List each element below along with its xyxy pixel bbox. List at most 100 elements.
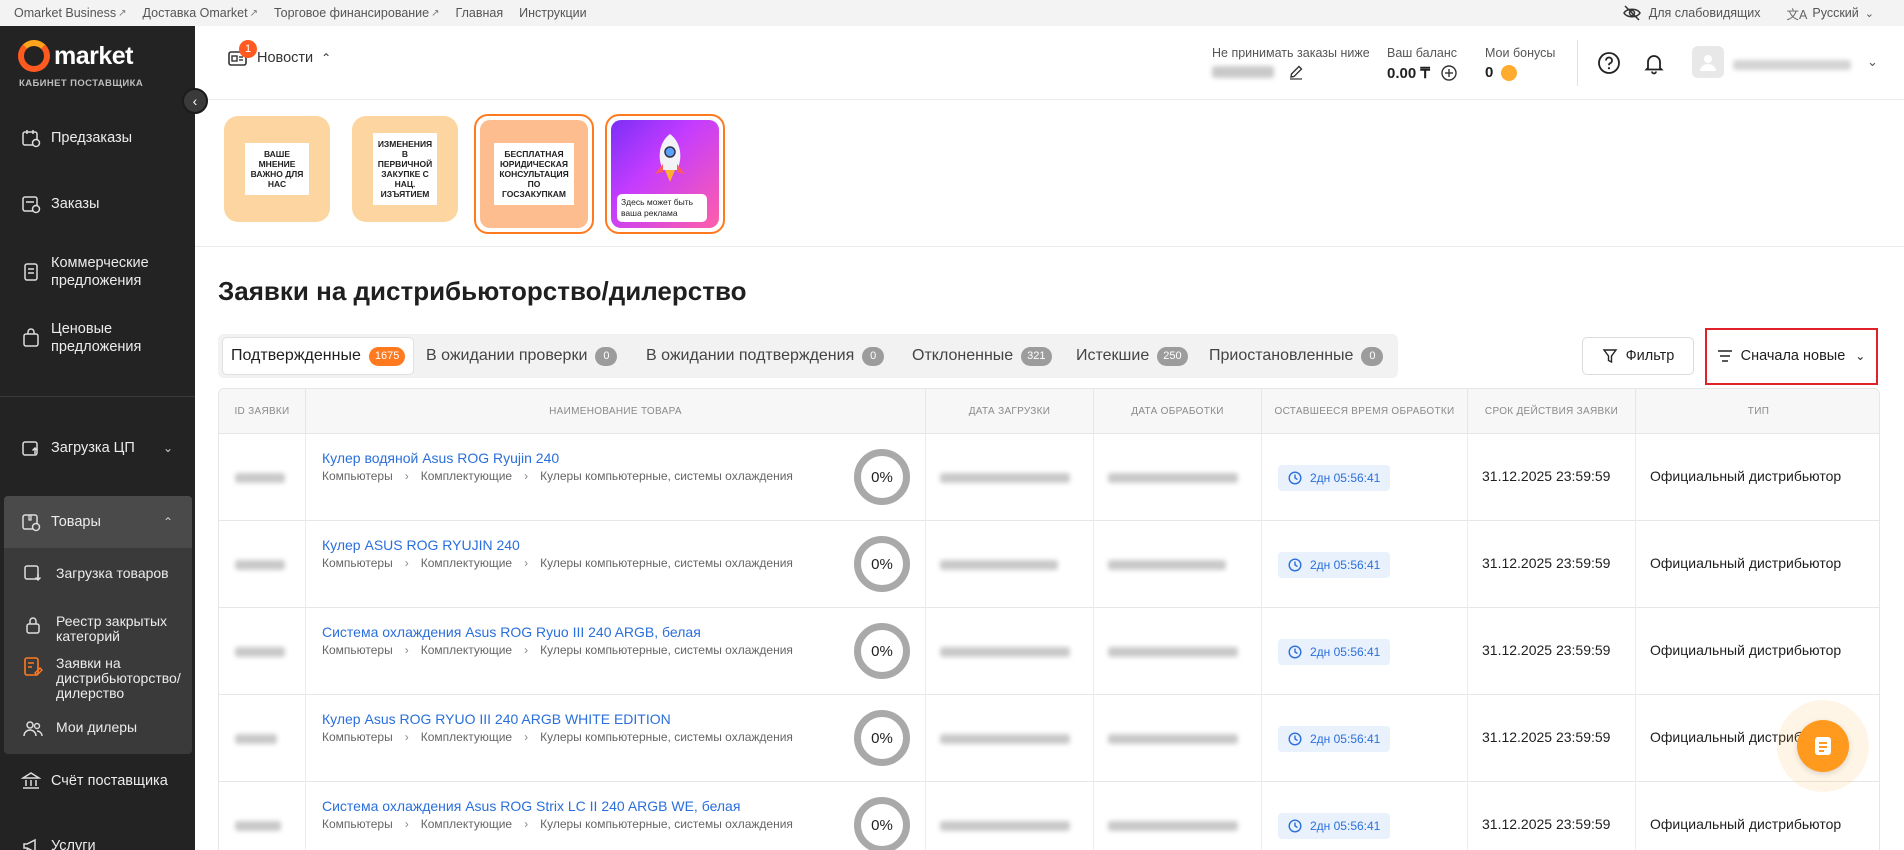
- link-instructions[interactable]: Инструкции: [519, 6, 587, 20]
- chat-note-icon: [1815, 737, 1831, 755]
- rocket-icon: [655, 134, 685, 182]
- sidebar-subitem-closed-categories[interactable]: Реестр закрытых категорий: [22, 614, 176, 644]
- column-header[interactable]: НАИМЕНОВАНИЕ ТОВАРА: [306, 389, 926, 434]
- banner-legal-consultation[interactable]: БЕСПЛАТНАЯ ЮРИДИЧЕСКАЯ КОНСУЛЬТАЦИЯ ПО Г…: [474, 114, 594, 234]
- table-row[interactable]: Система охлаждения Asus ROG Strix LC II …: [219, 782, 1879, 850]
- tab-expired[interactable]: Истекшие 250: [1068, 337, 1196, 375]
- external-link-icon: ↗: [249, 7, 258, 19]
- product-name-link[interactable]: Система охлаждения Asus ROG Strix LC II …: [322, 798, 740, 814]
- request-id-redacted: [235, 646, 285, 657]
- request-type: Официальный дистрибьютор: [1650, 555, 1842, 571]
- sidebar-collapse-button[interactable]: ‹: [182, 88, 208, 114]
- tab-pending-review[interactable]: В ожидании проверки 0: [418, 337, 625, 375]
- product-name-link[interactable]: Кулер Asus ROG RYUO III 240 ARGB WHITE E…: [322, 711, 671, 727]
- tab-confirmed[interactable]: Подтвержденные 1675: [222, 337, 415, 375]
- news-dropdown[interactable]: 1 Новости ⌃: [227, 40, 332, 68]
- sidebar-item-preorders[interactable]: Предзаказы: [0, 118, 195, 158]
- sidebar-subitem-upload-products[interactable]: Загрузка товаров: [22, 562, 169, 584]
- edit-icon[interactable]: [1288, 64, 1304, 80]
- bank-icon: [20, 770, 42, 792]
- tab-rejected[interactable]: Отклоненные 321: [904, 337, 1060, 375]
- column-header[interactable]: ОСТАВШЕЕСЯ ВРЕМЯ ОБРАБОТКИ: [1262, 389, 1468, 434]
- chevron-right-icon: ›: [404, 817, 409, 831]
- sidebar-item-upload-prices[interactable]: Загрузка ЦП ⌄: [0, 428, 195, 468]
- tab-pending-confirmation[interactable]: В ожидании подтверждения 0: [638, 337, 892, 375]
- progress-ring: 0%: [854, 710, 910, 766]
- sidebar-item-orders[interactable]: Заказы: [0, 184, 195, 224]
- users-icon: [22, 718, 44, 740]
- chevron-up-icon: ⌃: [162, 515, 173, 529]
- table-row[interactable]: Система охлаждения Asus ROG Ryuo III 240…: [219, 608, 1879, 695]
- avatar[interactable]: [1692, 46, 1724, 78]
- bonus-block: Мои бонусы 0: [1485, 46, 1556, 81]
- chevron-down-icon[interactable]: ⌄: [1867, 54, 1878, 70]
- process-date-redacted: [1108, 733, 1238, 744]
- language-select[interactable]: 文A Русский ⌄: [1787, 4, 1874, 23]
- progress-ring: 0%: [854, 623, 910, 679]
- table-row[interactable]: Кулер ASUS ROG RYUJIN 240 Компьютеры › Ком…: [219, 521, 1879, 608]
- remaining-time-badge: 2дн 05:56:41: [1278, 465, 1391, 491]
- accessibility-toggle[interactable]: Для слабовидящих: [1622, 5, 1761, 21]
- megaphone-icon: [20, 835, 42, 850]
- bell-icon[interactable]: [1642, 51, 1666, 75]
- sidebar-item-commercial-offers[interactable]: Коммерческие предложения: [0, 244, 195, 300]
- chevron-right-icon: ›: [524, 730, 529, 744]
- chevron-right-icon: ›: [404, 469, 409, 483]
- help-icon[interactable]: [1597, 51, 1621, 75]
- sort-lines-icon: [1717, 350, 1732, 362]
- sidebar-item-services[interactable]: Услуги: [0, 826, 195, 850]
- link-trade-finance[interactable]: Торговое финансирование ↗: [274, 6, 440, 20]
- filter-button[interactable]: Фильтр: [1582, 337, 1694, 375]
- banner-feedback[interactable]: ВАШЕ МНЕНИЕ ВАЖНО ДЛЯ НАС: [224, 116, 330, 222]
- upload-date-redacted: [940, 646, 1070, 657]
- tab-suspended[interactable]: Приостановленные 0: [1201, 337, 1391, 375]
- sidebar-item-price-offers[interactable]: Ценовые предложения: [0, 310, 195, 366]
- product-name-link[interactable]: Кулер водяной Asus ROG Ryujin 240: [322, 450, 559, 466]
- column-header[interactable]: ID ЗАЯВКИ: [219, 389, 306, 434]
- column-header[interactable]: ТИП: [1636, 389, 1879, 434]
- upload-date-redacted: [940, 733, 1070, 744]
- chat-button[interactable]: [1797, 720, 1849, 772]
- add-circle-icon[interactable]: [1440, 64, 1458, 82]
- orders-icon: [20, 193, 42, 215]
- category-breadcrumb: Компьютеры › Комплектующие › Кулеры компьюте…: [322, 730, 793, 744]
- process-date-redacted: [1108, 820, 1238, 831]
- tab-count-badge: 0: [862, 346, 885, 366]
- column-header[interactable]: СРОК ДЕЙСТВИЯ ЗАЯВКИ: [1468, 389, 1636, 434]
- tab-count-badge: 0: [595, 346, 618, 366]
- banner-advertise-here[interactable]: Здесь может быть ваша реклама: [605, 114, 725, 234]
- user-name-redacted[interactable]: [1733, 60, 1851, 70]
- link-delivery[interactable]: Доставка Omarket ↗: [143, 6, 258, 20]
- sidebar-subitem-my-dealers[interactable]: Мои дилеры: [22, 718, 137, 740]
- sidebar-divider: [0, 396, 195, 397]
- logo[interactable]: market: [18, 40, 134, 72]
- user-icon: [1700, 55, 1716, 71]
- header: 1 Новости ⌃ Не принимать заказы ниже Ваш…: [195, 26, 1904, 100]
- product-name-link[interactable]: Система охлаждения Asus ROG Ryuo III 240…: [322, 624, 701, 640]
- product-name-link[interactable]: Кулер ASUS ROG RYUJIN 240: [322, 537, 520, 553]
- sidebar-item-products[interactable]: Товары ⌃: [0, 496, 195, 548]
- box-icon: [20, 511, 42, 533]
- chevron-up-icon: ⌃: [321, 51, 332, 65]
- process-date-redacted: [1108, 472, 1238, 483]
- table-row[interactable]: Кулер Asus ROG RYUO III 240 ARGB WHITE E…: [219, 695, 1879, 782]
- column-header[interactable]: ДАТА ЗАГРУЗКИ: [926, 389, 1094, 434]
- remaining-time-badge: 2дн 05:56:41: [1278, 726, 1391, 752]
- page-title: Заявки на дистрибьюторство/дилерство: [218, 276, 747, 306]
- progress-ring: 0%: [854, 797, 910, 850]
- sidebar-item-supplier-account[interactable]: Счёт поставщика: [0, 761, 195, 801]
- column-header[interactable]: ДАТА ОБРАБОТКИ: [1094, 389, 1262, 434]
- tab-count-badge: 321: [1021, 346, 1052, 366]
- sort-dropdown[interactable]: Сначала новые ⌄: [1715, 337, 1867, 375]
- chevron-right-icon: ›: [404, 556, 409, 570]
- banner-procurement-changes[interactable]: ИЗМЕНЕНИЯ В ПЕРВИЧНОЙ ЗАКУПКЕ С НАЦ. ИЗЪ…: [352, 116, 458, 222]
- request-type: Официальный дистрибьютор: [1650, 642, 1842, 658]
- remaining-time-badge: 2дн 05:56:41: [1278, 813, 1391, 839]
- sidebar-subitem-distributor-requests[interactable]: Заявки на дистрибьюторство/ дилерство: [22, 656, 186, 701]
- table-row[interactable]: Кулер водяной Asus ROG Ryujin 240 Компью…: [219, 434, 1879, 521]
- link-home[interactable]: Главная: [456, 6, 504, 20]
- eye-off-icon: [1622, 5, 1641, 21]
- link-omarket-business[interactable]: Omarket Business ↗: [14, 6, 127, 20]
- table-header: ID ЗАЯВКИ НАИМЕНОВАНИЕ ТОВАРА ДАТА ЗАГРУ…: [219, 389, 1879, 434]
- tab-count-badge: 250: [1157, 346, 1188, 366]
